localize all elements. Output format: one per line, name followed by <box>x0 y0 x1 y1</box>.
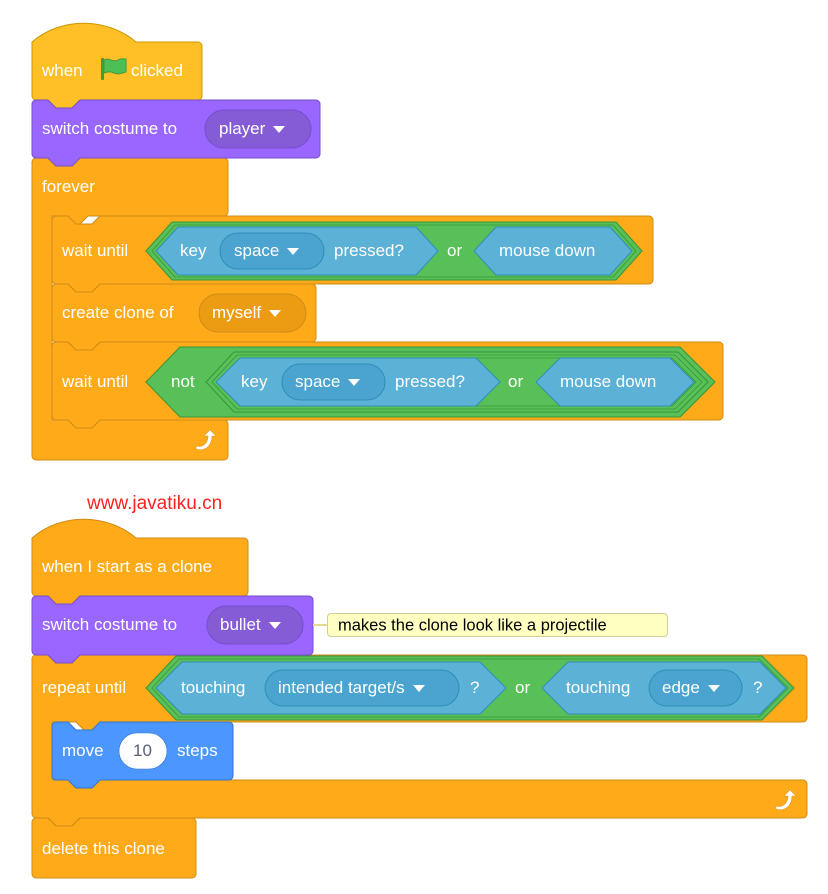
clone-menu-value[interactable]: myself <box>212 303 282 323</box>
wait-until-label-1: wait until <box>62 241 129 260</box>
costume-menu-bullet-value[interactable]: bullet <box>220 615 281 635</box>
mouse-down-label-1: mouse down <box>499 241 596 260</box>
key-menu-value-2[interactable]: space <box>295 372 361 392</box>
costume-value-bullet: bullet <box>220 615 261 634</box>
switch-costume-label-2: switch costume to <box>42 615 178 634</box>
dropdown-caret-icon <box>707 685 720 693</box>
wait-until-label-2: wait until <box>62 372 129 391</box>
move-label: move <box>62 741 104 760</box>
clone-value-myself: myself <box>212 303 262 322</box>
hat-when-label: when <box>42 61 83 80</box>
move-steps-value[interactable]: 10 <box>133 741 152 761</box>
delete-clone-label: delete this clone <box>42 839 165 858</box>
dropdown-caret-icon <box>269 310 282 318</box>
key-value-space-1: space <box>234 241 280 260</box>
key-label-1: key <box>180 241 207 260</box>
comment-note[interactable]: makes the clone look like a projectile <box>327 613 668 637</box>
key-menu-value-1[interactable]: space <box>234 241 300 261</box>
create-clone-label: create clone of <box>62 303 174 322</box>
pressed-label-1: pressed? <box>334 241 404 260</box>
repeat-until-label: repeat until <box>42 678 127 697</box>
or-label-2: or <box>508 372 524 391</box>
touching-menu-edge-value[interactable]: edge <box>662 678 720 698</box>
pressed-label-2: pressed? <box>395 372 465 391</box>
dropdown-caret-icon <box>273 126 286 134</box>
forever-label: forever <box>42 177 95 196</box>
clone-hat-label: when I start as a clone <box>42 557 213 576</box>
touching-value-target: intended target/s <box>278 678 405 697</box>
steps-label: steps <box>177 741 218 760</box>
key-value-space-2: space <box>295 372 341 391</box>
touching-label-2: touching <box>566 678 631 697</box>
dropdown-caret-icon <box>287 248 300 256</box>
not-label: not <box>171 372 195 391</box>
switch-costume-label: switch costume to <box>42 119 178 138</box>
key-label-2: key <box>241 372 268 391</box>
costume-menu-player-value[interactable]: player <box>219 119 286 139</box>
dropdown-caret-icon <box>268 622 281 630</box>
touching-label-1: touching <box>181 678 246 697</box>
mouse-down-label-2: mouse down <box>560 372 657 391</box>
touching-value-edge: edge <box>662 678 700 697</box>
dropdown-caret-icon <box>348 379 361 387</box>
comment-text[interactable]: makes the clone look like a projectile <box>338 617 607 636</box>
hat-clicked-label: clicked <box>131 61 183 80</box>
or-label-1: or <box>447 241 463 260</box>
or-label-3: or <box>515 678 531 697</box>
watermark-text: www.javatiku.cn <box>87 493 223 514</box>
question-mark-2: ? <box>753 678 763 697</box>
touching-menu-target-value[interactable]: intended target/s <box>278 678 425 698</box>
question-mark-1: ? <box>470 678 480 697</box>
costume-value-player: player <box>219 119 266 138</box>
dropdown-caret-icon <box>412 685 425 693</box>
